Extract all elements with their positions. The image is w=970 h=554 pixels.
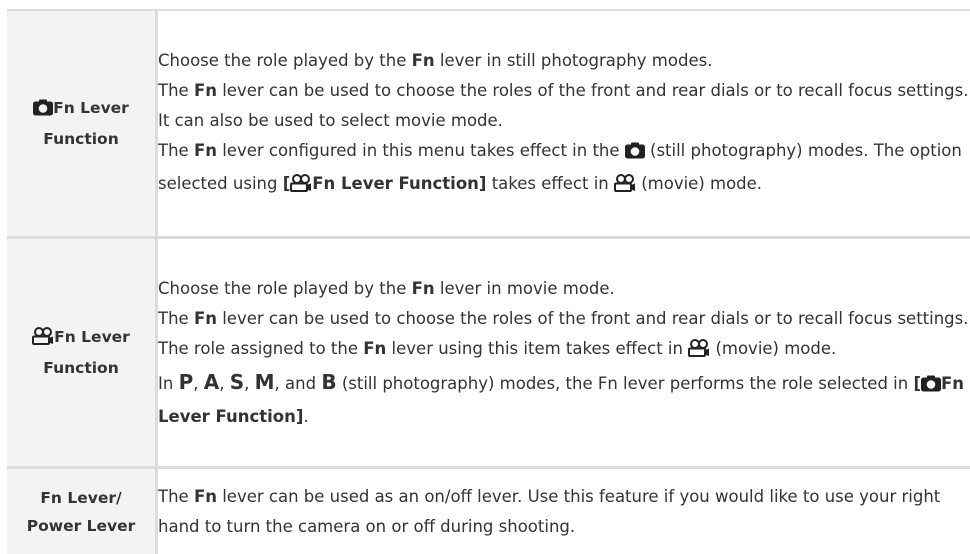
table-row: Fn Lever Function Choose the role played… [7, 10, 970, 238]
description-paragraph: The Fn lever can be used to choose the r… [158, 76, 970, 136]
movie-camera-icon [614, 172, 636, 202]
mode-letter: P [179, 370, 194, 394]
camera-icon [921, 372, 941, 402]
setting-name-cell: Fn Lever Function [7, 238, 157, 468]
description-paragraph: The Fn lever can be used as an on/off le… [158, 482, 970, 542]
mode-letter: M [255, 370, 275, 394]
mode-letter: A [204, 370, 219, 394]
setting-name-line2: Function [43, 359, 118, 377]
setting-description: Choose the role played by the Fn lever i… [157, 238, 970, 468]
setting-description: Choose the role played by the Fn lever i… [157, 10, 970, 238]
mode-letter: B [321, 370, 336, 394]
setting-name-cell: Fn Lever/ Power Lever [7, 468, 157, 554]
description-paragraph: The Fn lever can be used to choose the r… [158, 304, 970, 334]
camera-icon [33, 97, 53, 125]
movie-camera-icon [688, 337, 710, 367]
setting-description: The Fn lever can be used as an on/off le… [157, 468, 970, 554]
table-row: Fn Lever/ Power Lever The Fn lever can b… [7, 468, 970, 554]
description-paragraph: The role assigned to the Fn lever using … [158, 334, 970, 367]
description-paragraph: Choose the role played by the Fn lever i… [158, 274, 970, 304]
description-paragraph: The Fn lever configured in this menu tak… [158, 136, 970, 202]
setting-name-line2: Power Lever [27, 517, 136, 535]
setting-name-line2: Function [43, 130, 118, 148]
setting-name-line1: Fn Lever [54, 328, 130, 346]
description-paragraph: In P, A, S, M, and B (still photography)… [158, 367, 970, 432]
camera-icon [625, 139, 645, 169]
setting-name-cell: Fn Lever Function [7, 10, 157, 238]
movie-camera-icon [290, 172, 312, 202]
mode-letter: S [230, 370, 244, 394]
table-row: Fn Lever Function Choose the role played… [7, 238, 970, 468]
settings-table: Fn Lever Function Choose the role played… [7, 9, 970, 554]
description-paragraph: Choose the role played by the Fn lever i… [158, 46, 970, 76]
setting-name-line1: Fn Lever [53, 99, 129, 117]
movie-camera-icon [32, 326, 54, 354]
setting-name-line1: Fn Lever/ [40, 489, 121, 507]
